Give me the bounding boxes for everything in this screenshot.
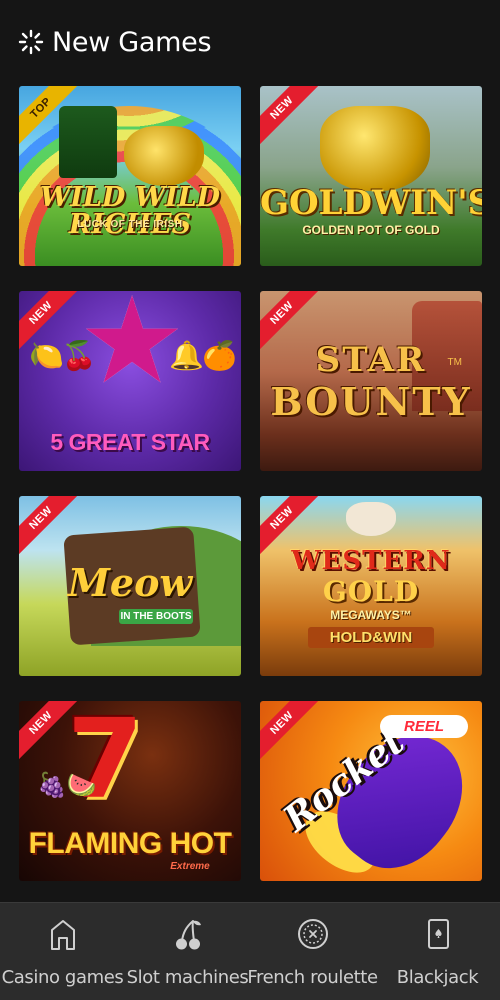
game-subtitle-line2: HOLD&WIN [308, 627, 434, 648]
cherry-icon [175, 920, 201, 950]
game-tile-rocket-reel[interactable]: NEW Rocket REEL [260, 701, 482, 881]
fruit-symbols-art: 🍇🍉 [37, 772, 97, 799]
game-tile-wild-wild-riches[interactable]: TOP WILD WILD RICHES LUCK OF THE IRISH [19, 86, 241, 266]
game-title-line2: GOLD [322, 575, 420, 608]
game-subtitle: Extreme [170, 861, 210, 872]
game-subtitle: LUCK OF THE IRISH [77, 219, 183, 230]
leprechaun-hat-art [59, 106, 117, 178]
game-title: FLAMING HOT [28, 827, 232, 860]
nav-label: Slot machines [126, 967, 249, 988]
game-title: WESTERN [291, 546, 451, 576]
page-title: New Games [52, 26, 212, 58]
game-tile-western-gold[interactable]: NEW WESTERN GOLD MEGAWAYS™ HOLD&WIN [260, 496, 482, 676]
bull-skull-art [346, 502, 396, 536]
nav-label: Casino games [1, 967, 124, 988]
nav-label: Blackjack [396, 967, 479, 988]
game-tile-5-great-star[interactable]: 🍋🍒 ★ 🔔🍊 NEW 5 GREAT STAR [19, 291, 241, 471]
game-tile-star-bounty[interactable]: NEW STAR BOUNTY TM [260, 291, 482, 471]
game-subtitle: IN THE BOOTS [119, 609, 193, 624]
game-title: Meow [67, 560, 193, 605]
game-title-line2: BOUNTY [270, 379, 472, 424]
fruit-symbols-art: 🔔🍊 [169, 340, 237, 371]
game-subtitle: MEGAWAYS™ [330, 608, 412, 622]
trademark: TM [447, 357, 462, 368]
nav-blackjack[interactable]: Blackjack [375, 903, 500, 988]
game-tile-meow-in-the-boots[interactable]: NEW Meow IN THE BOOTS [19, 496, 241, 676]
playing-card-icon [427, 919, 449, 949]
nav-french-roulette[interactable]: French roulette [247, 903, 378, 988]
game-tile-flaming-hot[interactable]: 7 🍇🍉 NEW FLAMING HOT Extreme [19, 701, 241, 881]
bottom-navigation: Casino games Slot machines French roulet… [0, 902, 500, 1000]
games-grid: TOP WILD WILD RICHES LUCK OF THE IRISH N… [19, 86, 482, 881]
game-subtitle: GOLDEN POT OF GOLD [302, 223, 440, 237]
roulette-icon [297, 919, 328, 949]
gold-pot-art [320, 106, 430, 191]
loading-sparkle-icon [18, 29, 44, 55]
game-title: GOLDWIN'S [260, 183, 482, 223]
gold-pot-art [124, 126, 204, 186]
new-badge: NEW [260, 701, 322, 763]
nav-slot-machines[interactable]: Slot machines [125, 903, 250, 988]
nav-label: French roulette [247, 967, 378, 988]
game-subtitle: REEL [380, 715, 468, 738]
game-tile-goldwins[interactable]: NEW GOLDWIN'S GOLDEN POT OF GOLD [260, 86, 482, 266]
seven-symbol-art: 7 [67, 701, 144, 823]
nav-casino-games[interactable]: Casino games [0, 903, 125, 988]
game-title: 5 GREAT STAR [50, 429, 210, 455]
page-header: New Games [0, 0, 500, 84]
home-icon [50, 920, 75, 950]
new-badge: NEW [260, 86, 322, 148]
